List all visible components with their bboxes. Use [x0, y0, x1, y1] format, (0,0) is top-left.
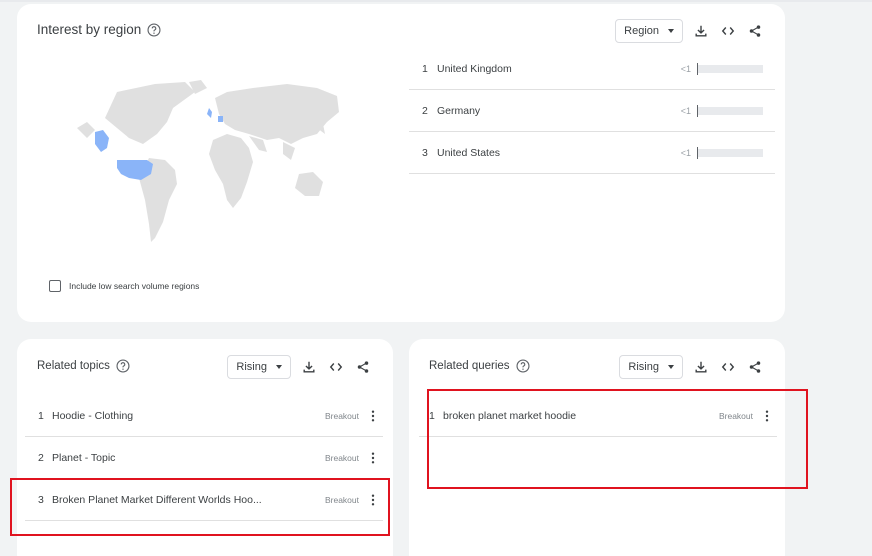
embed-code-icon[interactable]: [327, 358, 345, 376]
queries-card-title: Related queries: [429, 359, 530, 373]
region-controls: Region: [615, 19, 764, 43]
region-row[interactable]: 2 Germany <1: [409, 90, 775, 132]
download-icon[interactable]: [692, 358, 710, 376]
region-rank: 1: [422, 62, 428, 75]
topic-row[interactable]: 1 Hoodie - Clothing Breakout: [25, 395, 383, 437]
region-bar: [697, 146, 763, 159]
more-vert-icon[interactable]: [367, 408, 379, 424]
topic-rank: 2: [38, 451, 44, 464]
topics-select-label: Rising: [236, 361, 267, 373]
help-icon[interactable]: [147, 22, 161, 37]
topics-filter-select[interactable]: Rising: [227, 355, 291, 379]
download-icon[interactable]: [692, 22, 710, 40]
region-value: <1: [680, 105, 691, 116]
region-bar-fill: [697, 104, 698, 117]
embed-code-icon[interactable]: [719, 22, 737, 40]
map-region-germany: [218, 116, 223, 122]
region-list: 1 United Kingdom <1 2 Germany <1 3 Unite…: [409, 48, 775, 174]
help-icon[interactable]: [116, 359, 130, 373]
annotation-highlight-topic: [10, 478, 390, 536]
map-region-united-kingdom: [207, 108, 212, 118]
region-bar: [697, 104, 763, 117]
share-icon[interactable]: [354, 358, 372, 376]
share-icon[interactable]: [746, 358, 764, 376]
low-volume-checkbox-row[interactable]: Include low search volume regions: [49, 280, 199, 292]
caret-down-icon: [668, 29, 674, 33]
topics-controls: Rising: [227, 355, 372, 379]
topic-row[interactable]: 2 Planet - Topic Breakout: [25, 437, 383, 479]
region-bar: [697, 62, 763, 75]
region-select-label: Region: [624, 25, 659, 37]
region-row[interactable]: 3 United States <1: [409, 132, 775, 174]
embed-code-icon[interactable]: [719, 358, 737, 376]
region-row[interactable]: 1 United Kingdom <1: [409, 48, 775, 90]
region-rank: 2: [422, 104, 428, 117]
region-resolution-select[interactable]: Region: [615, 19, 683, 43]
breakout-badge: Breakout: [324, 452, 359, 463]
region-bar-fill: [697, 146, 698, 159]
queries-title-text: Related queries: [429, 360, 510, 372]
share-icon[interactable]: [746, 22, 764, 40]
topic-rank: 1: [38, 409, 44, 422]
region-bar-fill: [697, 62, 698, 75]
interest-by-region-card: Interest by region Region Include low se…: [17, 4, 785, 322]
world-map: [77, 80, 339, 242]
map-region-alaska: [95, 130, 109, 152]
caret-down-icon: [668, 365, 674, 369]
low-volume-checkbox-label: Include low search volume regions: [69, 281, 200, 291]
help-icon[interactable]: [516, 359, 530, 373]
region-card-title: Interest by region: [37, 22, 161, 37]
annotation-highlight-query: [427, 389, 808, 489]
caret-down-icon: [276, 365, 282, 369]
queries-select-label: Rising: [628, 361, 659, 373]
breakout-badge: Breakout: [324, 410, 359, 421]
region-rank: 3: [422, 146, 428, 159]
queries-filter-select[interactable]: Rising: [619, 355, 683, 379]
more-vert-icon[interactable]: [367, 450, 379, 466]
top-divider: [0, 0, 872, 2]
topics-title-text: Related topics: [37, 360, 110, 372]
region-value: <1: [680, 147, 691, 158]
region-value: <1: [680, 63, 691, 74]
region-title-text: Interest by region: [37, 22, 142, 37]
topics-card-title: Related topics: [37, 359, 130, 373]
download-icon[interactable]: [300, 358, 318, 376]
queries-controls: Rising: [619, 355, 764, 379]
low-volume-checkbox[interactable]: [49, 280, 61, 292]
